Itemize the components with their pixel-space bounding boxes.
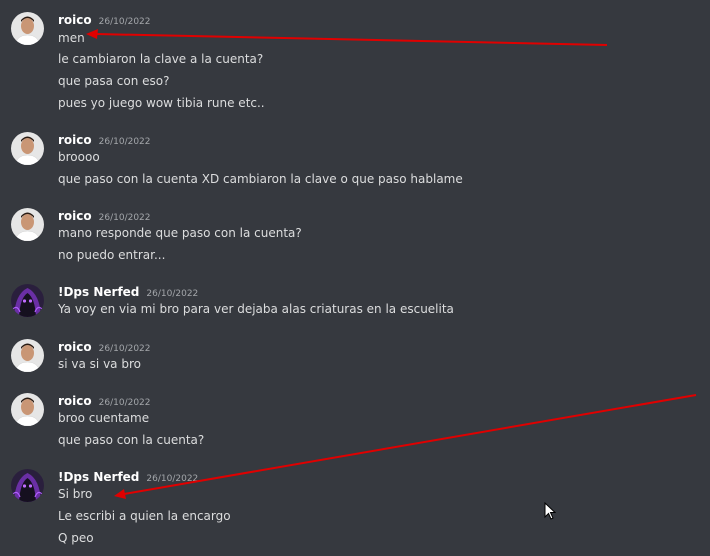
username[interactable]: roico [58,394,92,408]
avatar[interactable] [11,469,44,502]
person-avatar-icon [11,339,44,372]
message-header: roico 26/10/2022 [58,12,151,27]
message-text: Ya voy en via mi bro para ver dejaba ala… [58,302,454,316]
message-text: broo cuentame [58,411,150,425]
avatar[interactable] [11,12,44,45]
message-header: roico 26/10/2022 [58,393,151,408]
message-header: !Dps Nerfed 26/10/2022 [58,284,199,299]
hooded-figure-avatar-icon [11,469,44,502]
chat-messages: roico 26/10/2022 men le cambiaron la clav… [0,0,710,556]
username[interactable]: !Dps Nerfed [58,470,139,484]
timestamp: 26/10/2022 [98,344,151,354]
avatar[interactable] [11,284,44,317]
username[interactable]: !Dps Nerfed [58,285,139,299]
hooded-figure-avatar-icon [11,284,44,317]
avatar[interactable] [11,208,44,241]
message-text: Le escribi a quien la encargo [58,509,231,523]
username[interactable]: roico [58,340,92,354]
message-text: que paso con la cuenta? [58,433,205,447]
message-header: roico 26/10/2022 [58,208,151,223]
username[interactable]: roico [58,209,92,223]
username[interactable]: roico [58,133,92,147]
message-text: Si bro [58,487,93,501]
message-text: broooo [58,150,100,164]
mouse-cursor-icon [544,502,556,520]
message-text: si va si va bro [58,357,141,371]
avatar[interactable] [11,393,44,426]
message-text: le cambiaron la clave a la cuenta? [58,52,264,66]
avatar[interactable] [11,339,44,372]
person-avatar-icon [11,12,44,45]
timestamp: 26/10/2022 [98,137,151,147]
person-avatar-icon [11,208,44,241]
timestamp: 26/10/2022 [98,398,151,408]
message-header: roico 26/10/2022 [58,132,151,147]
message-header: roico 26/10/2022 [58,339,151,354]
person-avatar-icon [11,132,44,165]
message-text: no puedo entrar... [58,248,166,262]
username[interactable]: roico [58,13,92,27]
timestamp: 26/10/2022 [98,213,151,223]
person-avatar-icon [11,393,44,426]
timestamp: 26/10/2022 [146,474,199,484]
message-text: mano responde que paso con la cuenta? [58,226,302,240]
message-text: pues yo juego wow tibia rune etc.. [58,96,265,110]
avatar[interactable] [11,132,44,165]
message-text: men [58,31,85,45]
timestamp: 26/10/2022 [98,17,151,27]
message-header: !Dps Nerfed 26/10/2022 [58,469,199,484]
message-text: que pasa con eso? [58,74,170,88]
message-text: que paso con la cuenta XD cambiaron la c… [58,172,463,186]
message-text: Q peo [58,531,94,545]
timestamp: 26/10/2022 [146,289,199,299]
